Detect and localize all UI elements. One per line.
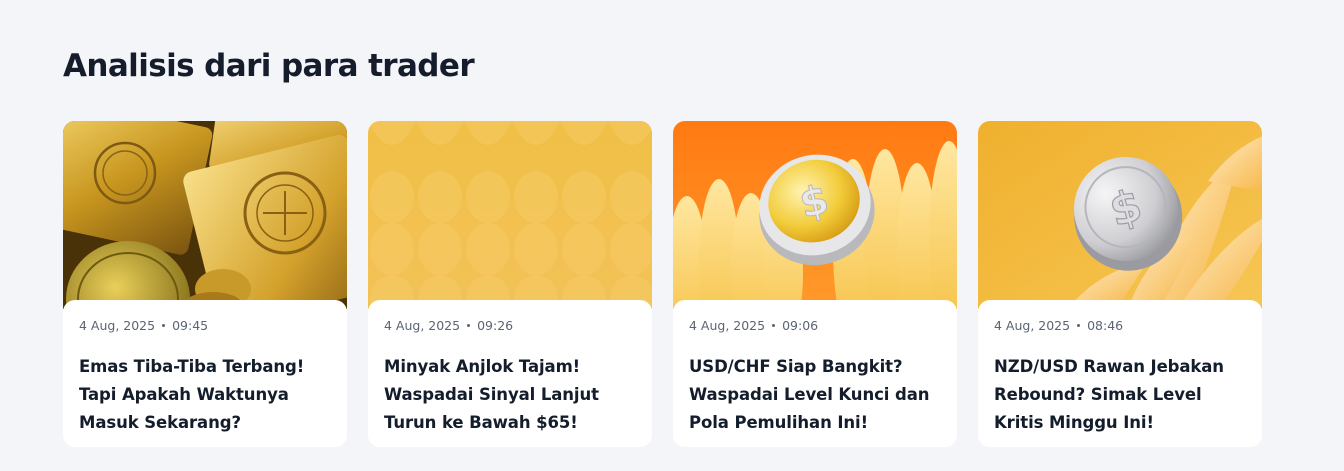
separator-dot-icon	[772, 323, 776, 327]
card-time: 08:46	[1087, 317, 1124, 333]
card-title[interactable]: USD/CHF Siap Bangkit? Waspadai Level Kun…	[689, 353, 941, 437]
card-meta: 4 Aug, 2025 09:26	[384, 317, 636, 333]
card-body: 4 Aug, 2025 09:26 Minyak Anjlok Tajam! W…	[368, 300, 652, 447]
card-date: 4 Aug, 2025	[994, 317, 1071, 333]
article-card[interactable]: $ 4 Aug, 2025 08:46 NZD/USD Rawan Jebaka…	[978, 121, 1262, 447]
article-card[interactable]: $ 4 Aug, 2025 09:06 USD/CHF Siap Bangkit…	[673, 121, 957, 447]
separator-dot-icon	[1077, 323, 1081, 327]
card-meta: 4 Aug, 2025 09:06	[689, 317, 941, 333]
silver-coin-yellow-image: $	[978, 121, 1262, 309]
yellow-pattern-image	[368, 121, 652, 309]
card-title[interactable]: Minyak Anjlok Tajam! Waspadai Sinyal Lan…	[384, 353, 636, 437]
card-time: 09:26	[477, 317, 514, 333]
card-date: 4 Aug, 2025	[689, 317, 766, 333]
gold-bars-image	[63, 121, 347, 309]
card-title[interactable]: NZD/USD Rawan Jebakan Rebound? Simak Lev…	[994, 353, 1246, 437]
article-cards: 4 Aug, 2025 09:45 Emas Tiba-Tiba Terbang…	[63, 121, 1262, 447]
article-card[interactable]: 4 Aug, 2025 09:45 Emas Tiba-Tiba Terbang…	[63, 121, 347, 447]
card-body: 4 Aug, 2025 08:46 NZD/USD Rawan Jebakan …	[978, 300, 1262, 447]
card-meta: 4 Aug, 2025 08:46	[994, 317, 1246, 333]
card-title[interactable]: Emas Tiba-Tiba Terbang! Tapi Apakah Wakt…	[79, 353, 331, 437]
card-body: 4 Aug, 2025 09:45 Emas Tiba-Tiba Terbang…	[63, 300, 347, 447]
card-time: 09:45	[172, 317, 209, 333]
card-date: 4 Aug, 2025	[79, 317, 156, 333]
card-meta: 4 Aug, 2025 09:45	[79, 317, 331, 333]
card-body: 4 Aug, 2025 09:06 USD/CHF Siap Bangkit? …	[673, 300, 957, 447]
section-title: Analisis dari para trader	[63, 48, 475, 84]
separator-dot-icon	[162, 323, 166, 327]
separator-dot-icon	[467, 323, 471, 327]
card-time: 09:06	[782, 317, 819, 333]
gold-coin-orange-image: $	[673, 121, 957, 309]
article-card[interactable]: 4 Aug, 2025 09:26 Minyak Anjlok Tajam! W…	[368, 121, 652, 447]
card-date: 4 Aug, 2025	[384, 317, 461, 333]
